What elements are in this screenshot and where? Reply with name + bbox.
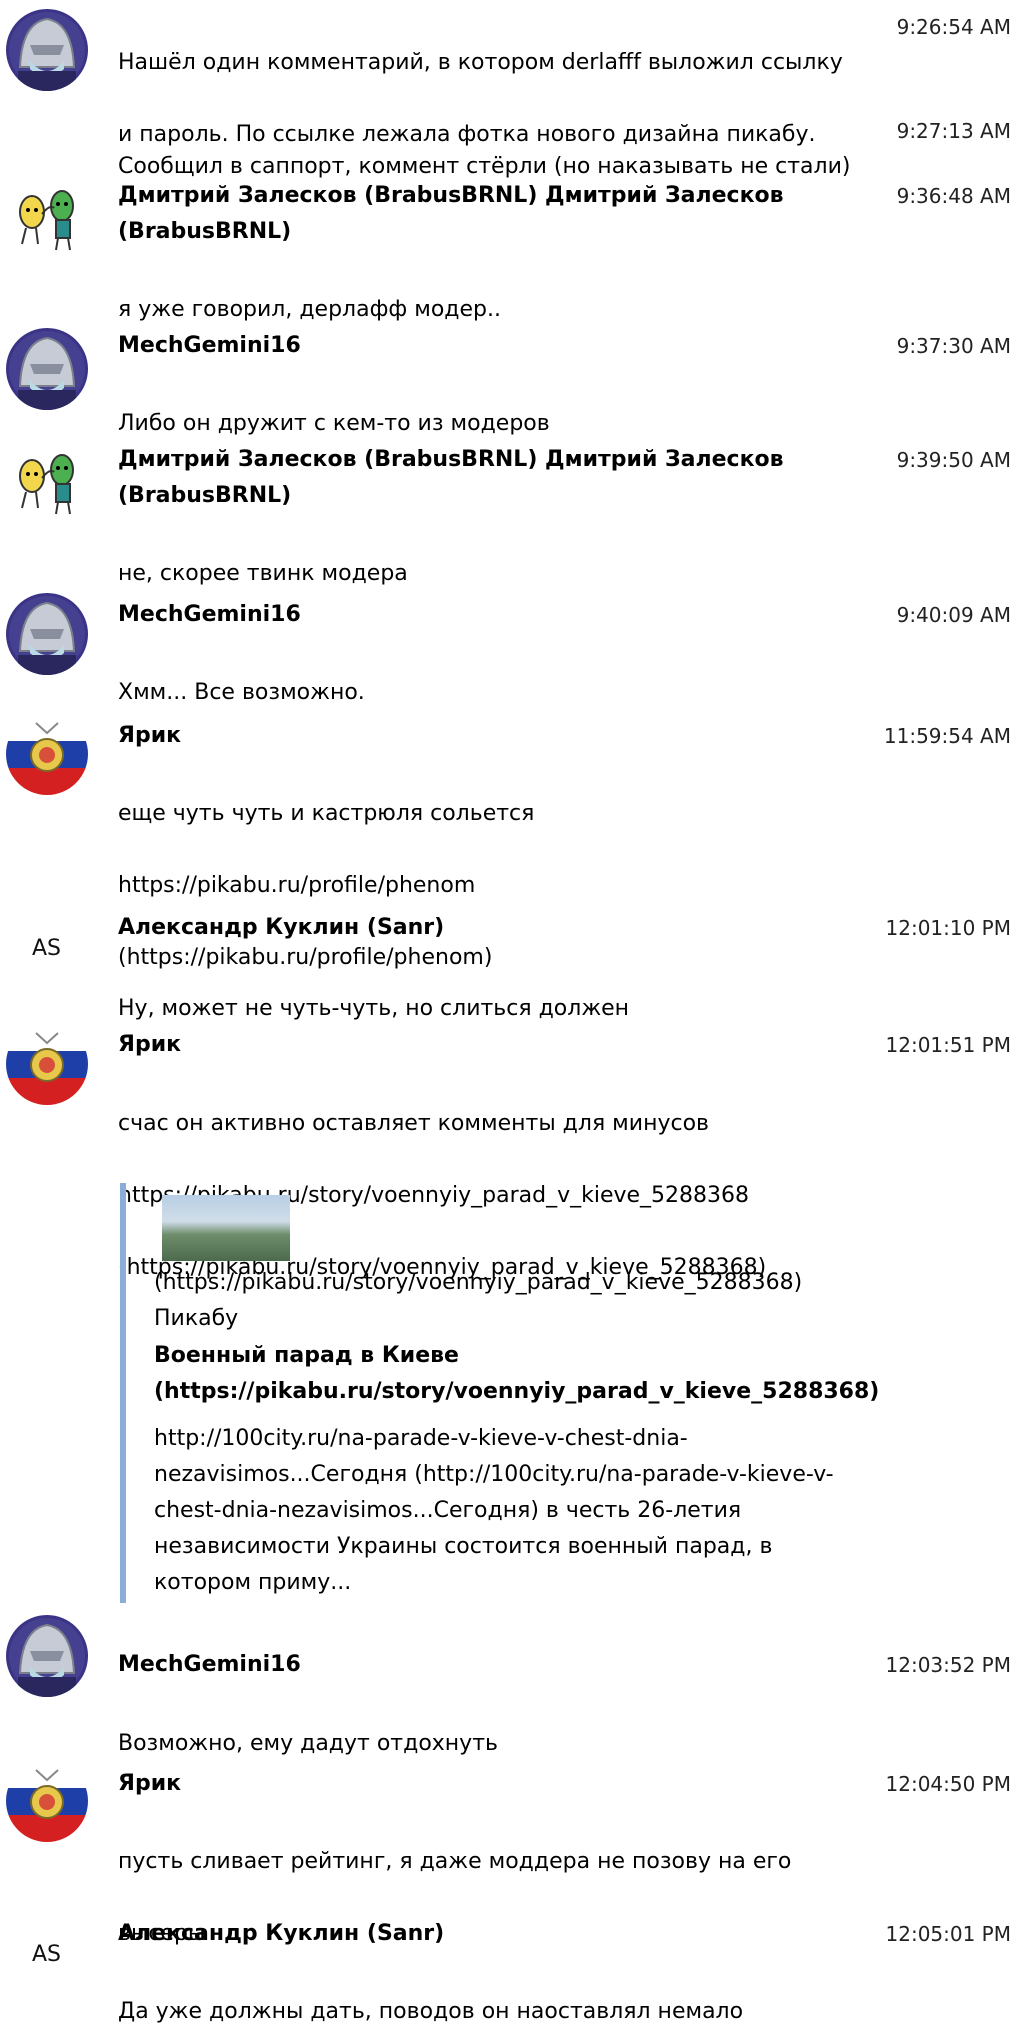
avatar-yarik[interactable]	[6, 1023, 88, 1105]
message-time: 12:01:10 PM	[885, 916, 1012, 940]
preview-thumbnail[interactable]	[162, 1195, 290, 1261]
message-line: я уже говорил, дерлафф модер..	[118, 297, 501, 322]
message-link[interactable]: https://pikabu.ru/profile/phenom	[118, 873, 475, 898]
avatar-initials[interactable]: AS	[32, 936, 61, 961]
message-line: счас он активно оставляет комменты для м…	[118, 1111, 710, 1136]
message-line: не, скорее твинк модера	[118, 561, 408, 586]
author-name[interactable]: Александр Куклин (Sanr)	[118, 910, 818, 946]
author-name[interactable]: Александр Куклин (Sanr)	[118, 1916, 818, 1952]
author-name[interactable]: MechGemini16	[118, 1647, 818, 1683]
message-time: 12:03:52 PM	[885, 1653, 1012, 1677]
preview-description: http://100city.ru/na-parade-v-kieve-v-ch…	[154, 1426, 834, 1595]
author-name[interactable]: MechGemini16	[118, 328, 818, 364]
message-line: Сообщил в саппорт, коммент стёрли (но на…	[118, 154, 851, 179]
knight-helmet-icon	[6, 328, 88, 410]
preview-title-line[interactable]: Военный парад в Киеве	[154, 1343, 459, 1368]
message-time: 9:27:13 AM	[896, 119, 1011, 143]
author-name[interactable]: Дмитрий Залесков (BrabusBRNL) Дмитрий За…	[118, 178, 818, 250]
message-text: Ну, может не чуть-чуть, но слиться долже…	[118, 955, 868, 1027]
message-line: Нашёл один комментарий, в котором derlaf…	[118, 50, 843, 75]
message-time: 9:36:48 AM	[896, 184, 1011, 208]
message-text: Сообщил в саппорт, коммент стёрли (но на…	[118, 113, 868, 185]
knight-helmet-icon	[6, 593, 88, 675]
message-line: Да уже должны дать, поводов он наоставля…	[118, 1999, 744, 2024]
message-time: 9:39:50 AM	[896, 448, 1011, 472]
preview-url[interactable]: (https://pikabu.ru/story/voennyiy_parad_…	[154, 1265, 802, 1301]
message-text: Да уже должны дать, поводов он наоставля…	[118, 1958, 868, 2030]
avatar-dmitry[interactable]	[6, 178, 88, 260]
cartoon-figures-icon	[19, 454, 74, 515]
avatar-dmitry[interactable]	[6, 442, 88, 524]
avatar-initials[interactable]: AS	[32, 1942, 61, 1967]
preview-site: Пикабу	[154, 1306, 239, 1331]
avatar-yarik[interactable]	[6, 713, 88, 795]
message-line: Либо он дружит с кем-то из модеров	[118, 411, 550, 436]
avatar-mechgemini[interactable]	[6, 593, 88, 675]
preview-title-line[interactable]: (https://pikabu.ru/story/voennyiy_parad_…	[154, 1379, 879, 1404]
message-text: Либо он дружит с кем-то из модеров	[118, 370, 868, 442]
flag-emblem-icon	[6, 1023, 88, 1105]
message-time: 12:01:51 PM	[885, 1033, 1012, 1057]
author-name[interactable]: Ярик	[118, 718, 818, 754]
avatar-mechgemini[interactable]	[6, 328, 88, 410]
message-line: Ну, может не чуть-чуть, но слиться долже…	[118, 996, 630, 1021]
message-text: Возможно, ему дадут отдохнуть	[118, 1690, 868, 1762]
message-line: Хмм... Все возможно.	[118, 680, 365, 705]
avatar-mechgemini[interactable]	[6, 1615, 88, 1697]
flag-emblem-icon	[6, 1760, 88, 1842]
author-name[interactable]: Ярик	[118, 1766, 818, 1802]
author-name[interactable]: Ярик	[118, 1027, 818, 1063]
link-preview[interactable]: (https://pikabu.ru/story/voennyiy_parad_…	[120, 1183, 886, 1603]
knight-helmet-icon	[6, 1615, 88, 1697]
message-time: 9:40:09 AM	[896, 603, 1011, 627]
message-line: Возможно, ему дадут отдохнуть	[118, 1731, 498, 1756]
author-name[interactable]: MechGemini16	[118, 597, 818, 633]
message-line: пусть сливает рейтинг, я даже моддера не…	[118, 1849, 792, 1874]
message-time: 12:05:01 PM	[885, 1922, 1012, 1946]
cartoon-figures-icon	[19, 190, 74, 251]
avatar-mechgemini[interactable]	[6, 9, 88, 91]
avatar-yarik[interactable]	[6, 1760, 88, 1842]
message-text: Хмм... Все возможно.	[118, 639, 868, 711]
message-time: 9:26:54 AM	[896, 15, 1011, 39]
message-text: не, скорее твинк модера	[118, 520, 868, 592]
message-text: я уже говорил, дерлафф модер..	[118, 256, 868, 328]
knight-helmet-icon	[6, 9, 88, 91]
message-time: 11:59:54 AM	[883, 724, 1011, 748]
message-time: 9:37:30 AM	[896, 334, 1011, 358]
message-time: 12:04:50 PM	[885, 1772, 1012, 1796]
author-name[interactable]: Дмитрий Залесков (BrabusBRNL) Дмитрий За…	[118, 442, 818, 514]
message-line: еще чуть чуть и кастрюля сольется	[118, 801, 535, 826]
preview-title[interactable]: Военный парад в Киеве (https://pikabu.ru…	[154, 1338, 886, 1410]
flag-emblem-icon	[6, 713, 88, 795]
